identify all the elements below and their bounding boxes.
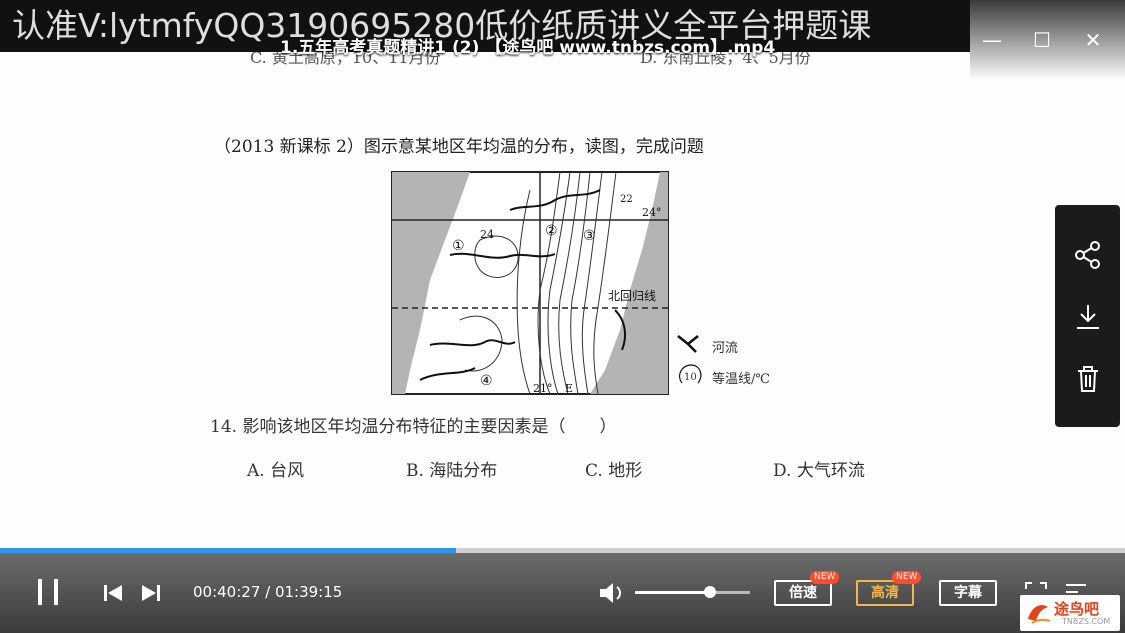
brand-name: 途鸟吧 — [1054, 600, 1100, 618]
map-label-4: ④ — [480, 373, 493, 389]
tnbzs-logo: 途鸟吧 TNBZS.COM — [1020, 595, 1120, 631]
tropic-label: 北回归线 — [608, 289, 656, 303]
trash-icon[interactable] — [1073, 364, 1103, 394]
map-iso-22: 22 — [620, 194, 633, 205]
player-control-bar: 00:40:27 / 01:39:15 倍速 NEW 高清 NEW 字幕 — [0, 553, 1125, 633]
legend-isotherm-value: 10 — [684, 372, 697, 383]
quality-new-badge: NEW — [892, 571, 922, 584]
bird-logo-icon — [1028, 605, 1051, 624]
map-iso-24-deg: 24° — [642, 206, 662, 219]
time-display: 00:40:27 / 01:39:15 — [193, 583, 343, 601]
maximize-button[interactable]: ☐ — [1028, 26, 1056, 54]
subtitle-button[interactable]: 字幕 — [939, 580, 997, 606]
window-title: 1.五年高考真题精讲1 (2) 【途鸟吧 www.tnbzs.com】.mp4 — [280, 38, 776, 58]
map-label-1: ① — [452, 238, 465, 254]
volume-knob[interactable] — [703, 586, 716, 598]
side-action-panel — [1055, 205, 1120, 427]
volume-slider[interactable] — [635, 586, 750, 598]
share-icon[interactable] — [1073, 240, 1103, 270]
next-icon[interactable] — [140, 583, 162, 603]
legend-isotherm-label: 等温线/℃ — [712, 372, 770, 387]
video-frame[interactable]: C. 黄土高原，10、11月份 D. 东南丘陵，4、5月份 （2013 新课标 … — [0, 0, 1125, 550]
map-iso-24: 24 — [480, 228, 494, 241]
question-14: 14. 影响该地区年均温分布特征的主要因素是（ ） — [210, 417, 617, 437]
river-legend-icon — [677, 335, 699, 353]
minimize-button[interactable]: — — [978, 26, 1006, 54]
close-button[interactable]: ✕ — [1079, 26, 1107, 54]
speed-new-badge: NEW — [810, 571, 840, 584]
brand-domain: TNBZS.COM — [1062, 617, 1111, 626]
volume-icon[interactable] — [598, 581, 626, 605]
legend-river-label: 河流 — [712, 341, 739, 356]
isotherm-map: ① ② ③ ④ 24 24° 21° 22 E 北回归线 — [391, 171, 669, 395]
option-a: A. 台风 — [247, 461, 305, 481]
map-letter-e: E — [565, 382, 573, 395]
previous-icon[interactable] — [102, 583, 124, 603]
question-intro: （2013 新课标 2）图示意某地区年均温的分布，读图，完成问题 — [214, 137, 704, 157]
download-icon[interactable] — [1073, 302, 1103, 332]
map-label-2: ② — [545, 223, 558, 239]
option-b: B. 海陆分布 — [406, 461, 498, 481]
map-iso-21: 21° — [533, 382, 553, 395]
option-c: C. 地形 — [585, 461, 643, 481]
volume-level — [635, 591, 710, 594]
option-d: D. 大气环流 — [773, 461, 865, 481]
map-label-3: ③ — [583, 228, 596, 244]
pause-icon[interactable] — [34, 577, 62, 607]
